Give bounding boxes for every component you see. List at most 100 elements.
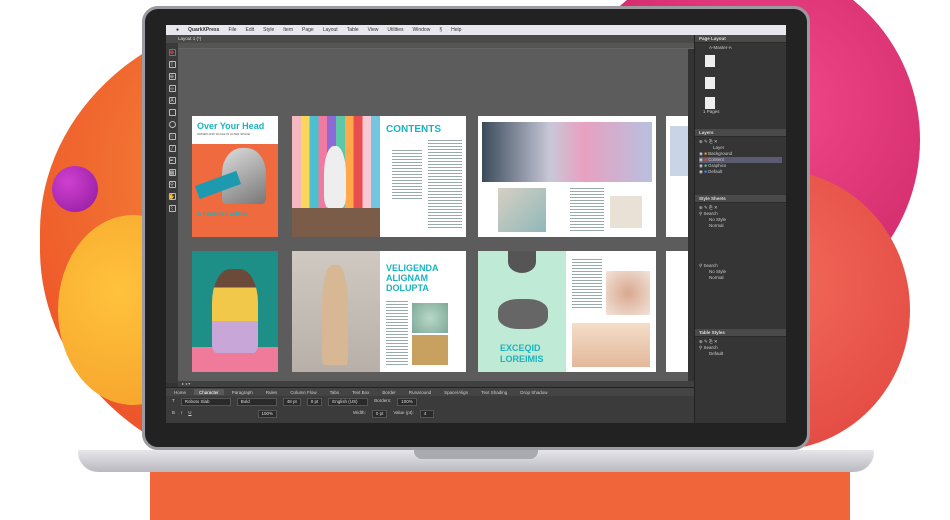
tab-text-box[interactable]: Text Box bbox=[347, 389, 374, 395]
layers-panel-title[interactable]: Layers bbox=[695, 129, 786, 137]
master-thumbnail[interactable] bbox=[705, 55, 715, 67]
layout-canvas[interactable]: Over Your Head ORDER AND SCALE IN ALTER … bbox=[178, 49, 688, 381]
menu-utilities[interactable]: Utilities bbox=[387, 27, 403, 33]
menu-view[interactable]: View bbox=[368, 27, 379, 33]
language-select[interactable]: English (US) bbox=[328, 398, 369, 406]
content-tool-icon[interactable]: I bbox=[168, 61, 176, 68]
hands-illustration bbox=[498, 299, 548, 329]
bold-icon[interactable]: B bbox=[172, 410, 175, 418]
menu-edit[interactable]: Edit bbox=[246, 27, 255, 33]
contents-heading: CONTENTS bbox=[386, 124, 441, 135]
menu-layout[interactable]: Layout bbox=[323, 27, 338, 33]
page-count-label: 1 Pages bbox=[703, 109, 720, 114]
tab-home[interactable]: Home bbox=[169, 389, 191, 395]
standing-woman-photo bbox=[292, 251, 380, 372]
menu-style[interactable]: Style bbox=[263, 27, 274, 33]
value-label: Value (pt): bbox=[393, 410, 414, 415]
char-style-normal[interactable]: Normal bbox=[699, 275, 782, 281]
text-box-tool-icon[interactable]: A bbox=[168, 97, 176, 104]
veligenda-heading-3: DOLUPTA bbox=[386, 283, 429, 293]
rock-ground bbox=[292, 208, 380, 237]
measurements-palette: Home Character Paragraph Rules Column Fl… bbox=[166, 387, 694, 423]
link-tool-icon[interactable]: ∞ bbox=[168, 85, 176, 92]
plant-photo-small bbox=[412, 335, 448, 365]
tab-border[interactable]: Border bbox=[377, 389, 401, 395]
veligenda-heading-1: VELIGENDA bbox=[386, 263, 439, 273]
background-purple-blob bbox=[52, 166, 98, 212]
table-styles-panel-title[interactable]: Table Styles bbox=[695, 329, 786, 337]
spread-veligenda[interactable]: VELIGENDA ALIGNAM DOLUPTA bbox=[292, 251, 466, 372]
page-partial-right-2[interactable] bbox=[666, 251, 688, 372]
pinecone-photo bbox=[606, 271, 650, 315]
page-caption: A Featured article bbox=[197, 212, 248, 218]
value-field[interactable]: 4 bbox=[419, 410, 434, 418]
menu-table[interactable]: Table bbox=[347, 27, 359, 33]
rectangle-tool-icon[interactable] bbox=[168, 109, 176, 116]
seated-person-photo bbox=[212, 269, 258, 353]
menu-app[interactable]: QuarkXPress bbox=[188, 27, 219, 33]
layer-default[interactable]: ◉ ■ Default bbox=[699, 169, 782, 175]
tab-runaround[interactable]: Runaround bbox=[404, 389, 436, 395]
page-subtitle: ORDER AND SCALE IN ALTER SPACE bbox=[197, 132, 251, 136]
tab-rules[interactable]: Rules bbox=[261, 389, 283, 395]
pan-tool-icon[interactable]: ✋ bbox=[168, 193, 176, 200]
tab-paragraph[interactable]: Paragraph bbox=[227, 389, 258, 395]
eyedropper-tool-icon[interactable]: ⌇ bbox=[168, 205, 176, 212]
tab-drop-shadow[interactable]: Drop Shadow bbox=[515, 389, 552, 395]
menu-page[interactable]: Page bbox=[302, 27, 314, 33]
width-label: Width: bbox=[353, 410, 366, 415]
oval-tool-icon[interactable] bbox=[168, 121, 176, 128]
spread-business[interactable] bbox=[478, 116, 656, 237]
table-style-default[interactable]: Default bbox=[699, 351, 782, 357]
business-people-photo bbox=[482, 122, 652, 182]
master-page-label[interactable]: A-Master-A bbox=[699, 45, 782, 51]
document-tab[interactable]: Layout 1 (*) bbox=[166, 35, 694, 43]
line-tool-icon[interactable]: ╱ bbox=[168, 145, 176, 152]
script-icon[interactable]: § bbox=[439, 27, 442, 33]
pen-tool-icon[interactable]: ✒ bbox=[168, 157, 176, 164]
page-partial-right[interactable] bbox=[666, 116, 688, 237]
menu-window[interactable]: Window bbox=[413, 27, 431, 33]
page-over-your-head[interactable]: Over Your Head ORDER AND SCALE IN ALTER … bbox=[192, 116, 278, 237]
page-thumbnail-2[interactable] bbox=[705, 97, 715, 109]
tab-column-flow[interactable]: Column Flow bbox=[285, 389, 321, 395]
star-tool-icon[interactable]: ☆ bbox=[168, 133, 176, 140]
tab-space-align[interactable]: Space/Align bbox=[439, 389, 473, 395]
tracking-field[interactable]: 0 pt bbox=[306, 398, 323, 406]
tab-character[interactable]: Character bbox=[194, 389, 224, 395]
underline-icon[interactable]: U bbox=[188, 410, 191, 418]
right-palettes: Page Layout A-Master-A 1 Pages Layers ⊕ … bbox=[694, 35, 786, 423]
page-thumbnail-1[interactable] bbox=[705, 77, 715, 89]
menu-file[interactable]: File bbox=[228, 27, 236, 33]
font-style-select[interactable]: Bold bbox=[236, 398, 277, 406]
scale-field[interactable]: 100% bbox=[257, 410, 278, 418]
italic-icon[interactable]: I bbox=[181, 410, 182, 418]
picture-content-tool-icon[interactable]: ⊕ bbox=[168, 73, 176, 80]
page-title-over-your-head: Over Your Head bbox=[197, 121, 265, 131]
width-field[interactable]: 0 pt bbox=[371, 410, 388, 418]
business-body-text bbox=[570, 188, 604, 232]
zoom-tool-icon[interactable]: ⚲ bbox=[168, 181, 176, 188]
figure-silhouette bbox=[324, 146, 346, 208]
tab-text-shading[interactable]: Text Shading bbox=[476, 389, 512, 395]
style-sheets-panel-title[interactable]: Style Sheets bbox=[695, 195, 786, 203]
font-size-field[interactable]: 48 pt bbox=[282, 398, 301, 406]
font-icon: T bbox=[172, 398, 175, 403]
menu-help[interactable]: Help bbox=[451, 27, 461, 33]
apple-icon[interactable]: ● bbox=[176, 27, 179, 33]
page-layout-panel-title[interactable]: Page Layout bbox=[695, 35, 786, 43]
laptop-notch bbox=[414, 450, 538, 459]
spread-exceqid[interactable]: EXCEQID LOREIMIS bbox=[478, 251, 656, 372]
item-tool-icon[interactable]: ✥ bbox=[168, 49, 176, 56]
table-tool-icon[interactable]: ▦ bbox=[168, 169, 176, 176]
spread-contents[interactable]: CONTENTS bbox=[292, 116, 466, 237]
succulent-photo bbox=[412, 303, 448, 333]
borders-label: Borders: bbox=[374, 398, 392, 403]
font-family-select[interactable]: Roboto Slab bbox=[180, 398, 231, 406]
measurements-tabs: Home Character Paragraph Rules Column Fl… bbox=[166, 388, 694, 396]
page-yellow-hoodie[interactable] bbox=[192, 251, 278, 372]
border-opacity-field[interactable]: 100% bbox=[397, 398, 417, 406]
tab-tabs[interactable]: Tabs bbox=[325, 389, 345, 395]
exceqid-body-text bbox=[572, 259, 602, 309]
menu-item[interactable]: Item bbox=[283, 27, 293, 33]
